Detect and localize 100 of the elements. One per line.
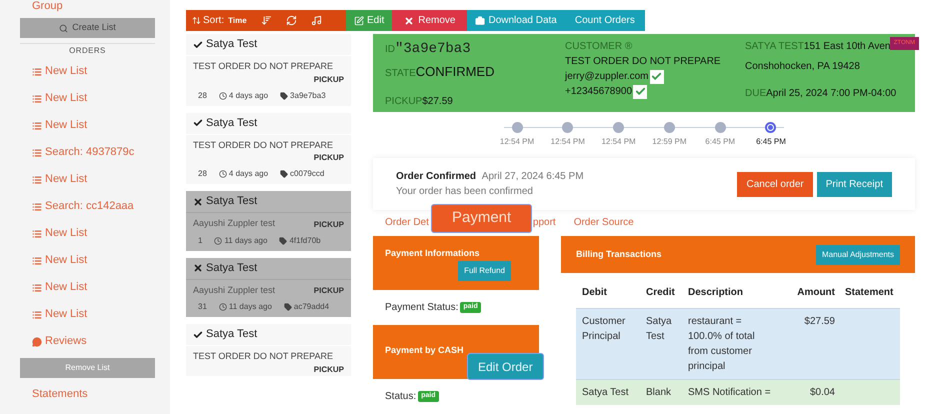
list-icon: [32, 256, 42, 266]
table-cell-text: SMS Notification =: [688, 386, 772, 400]
sidebar-item[interactable]: New List: [32, 306, 155, 323]
payment-cash-title: Payment by CASH: [385, 345, 464, 355]
full-refund-button[interactable]: Full Refund: [458, 260, 511, 280]
order-id: 3a9e7ba3: [280, 90, 326, 102]
timeline-time: 6:45 PM: [705, 136, 736, 148]
status-label: Status:: [385, 390, 416, 404]
print-receipt-button[interactable]: Print Receipt: [816, 172, 892, 196]
order-description: TEST ORDER DO NOT PREPARE: [193, 350, 334, 363]
table-cell-text: Blank: [646, 386, 672, 400]
customer-name: TEST ORDER DO NOT PREPARE: [565, 55, 722, 69]
table-cell-text: restaurant = 100.0% of total from customer principal: [688, 315, 756, 374]
sidebar-item[interactable]: Reviews: [32, 333, 155, 350]
order-customer-name: Satya Test: [186, 112, 351, 134]
sidebar-item[interactable]: New List: [32, 171, 155, 188]
sidebar-item[interactable]: Search: 4937879c: [32, 144, 155, 161]
cross-icon: [193, 196, 203, 206]
tag-icon: [284, 303, 292, 311]
refresh-icon[interactable]: [286, 15, 297, 26]
timeline-dot[interactable]: [765, 122, 776, 133]
order-description: Aayushi Zuppler test: [193, 284, 276, 297]
sidebar-item[interactable]: Search: cc142aaa: [32, 198, 155, 215]
customer-phone: +12345678900: [565, 85, 632, 99]
timeline-time: 12:54 PM: [550, 136, 585, 148]
order-card[interactable]: Satya Test Aayushi Zuppler test PICKUP 1 11 days ago 4f1fd70b: [186, 191, 351, 250]
statements-link[interactable]: Statements: [32, 386, 155, 402]
timeline-time: 12:59 PM: [652, 136, 687, 148]
edit-icon: [354, 16, 364, 26]
timeline-time: 6:45 PM: [756, 136, 786, 148]
order-type: PICKUP: [314, 364, 344, 376]
timeline-time: 12:54 PM: [601, 136, 636, 148]
sidebar-item[interactable]: New List: [32, 117, 155, 134]
edit-button[interactable]: Edit: [346, 10, 392, 31]
status-message: Your order has been confirmed: [396, 185, 534, 199]
order-id-field: ID"3a9e7ba3: [385, 39, 565, 60]
item-count: 1: [198, 234, 202, 246]
customer-label: CUSTOMER ®: [565, 40, 634, 54]
item-count: 28: [198, 168, 207, 180]
customer-email: jerry@zuppler.com: [565, 70, 649, 84]
create-list-button[interactable]: Create List: [20, 18, 155, 38]
sidebar-item[interactable]: New List: [32, 63, 155, 80]
order-description: TEST ORDER DO NOT PREPARE: [193, 138, 334, 152]
sidebar-item[interactable]: New List: [32, 279, 155, 296]
list-icon: [32, 148, 42, 158]
detail-tab[interactable]: Order Det: [385, 215, 429, 230]
close-icon: [404, 16, 414, 26]
payment-status-label: Payment Status:: [385, 301, 458, 315]
order-id: c0079ccd: [280, 168, 324, 180]
payment-info-title: Payment Informations: [385, 247, 481, 260]
check-icon: [193, 330, 203, 340]
column-header: Description: [688, 286, 744, 300]
column-header: Amount: [796, 286, 835, 300]
list-icon: [32, 202, 42, 212]
order-age: 4 days ago: [218, 168, 268, 180]
cancel-order-button[interactable]: Cancel order: [737, 172, 813, 196]
order-card[interactable]: Satya Test TEST ORDER DO NOT PREPARE PICKUP 28 4 days ago 3a9e7ba3: [186, 34, 351, 106]
detail-tab[interactable]: pport: [532, 215, 556, 230]
status-title: Order Confirmed April 27, 2024 6:45 PM: [396, 170, 584, 184]
column-header: Statement: [844, 286, 894, 300]
clock-icon: [218, 92, 227, 100]
pickup-total-field: PICKUP$27.59: [385, 94, 565, 108]
sidebar-item[interactable]: New List: [32, 252, 155, 269]
sort-order-icon[interactable]: [260, 15, 272, 26]
column-header: Debit: [582, 286, 608, 300]
sidebar-item[interactable]: New List: [32, 225, 155, 242]
music-note-icon[interactable]: [310, 15, 322, 26]
sidebar-item[interactable]: New List: [32, 90, 155, 107]
order-card[interactable]: Satya Test TEST ORDER DO NOT PREPARE PICKUP: [186, 324, 351, 376]
manual-adjustments-button[interactable]: Manual Adjustments: [816, 244, 900, 264]
sort-control[interactable]: Sort: Time: [192, 13, 247, 28]
item-count: 28: [198, 90, 207, 102]
order-age: 11 days ago: [218, 301, 272, 313]
list-icon: [32, 174, 42, 184]
remove-list-button[interactable]: Remove List: [20, 358, 155, 378]
table-cell-text: $0.04: [808, 386, 835, 400]
detail-tab[interactable]: Order Source: [574, 215, 634, 230]
order-id: 4f1fd70b: [279, 234, 321, 246]
list-icon: [32, 228, 42, 238]
order-customer-name: Satya Test: [186, 34, 351, 56]
order-customer-name: Satya Test: [186, 324, 351, 346]
item-count: 31: [198, 301, 207, 313]
order-card[interactable]: Satya Test Aayushi Zuppler test PICKUP 31 11 days ago ac79add4: [186, 258, 351, 317]
remove-button[interactable]: Remove: [392, 10, 468, 31]
list-icon: [32, 310, 42, 320]
check-icon: [193, 40, 203, 50]
clock-icon: [214, 236, 222, 244]
table-cell-text: $27.59: [803, 315, 835, 329]
group-label[interactable]: Group: [32, 0, 155, 12]
tag-icon: [280, 170, 288, 178]
tag-icon: [280, 92, 288, 100]
order-description: TEST ORDER DO NOT PREPARE: [193, 60, 334, 73]
restaurant-city: Conshohocken, PA 19428: [745, 60, 861, 74]
download-data-button[interactable]: Download Data: [467, 10, 565, 31]
order-state-field: STATECONFIRMED: [385, 62, 565, 82]
order-customer-name: Satya Test: [186, 258, 351, 280]
search-icon: [59, 24, 68, 32]
due-date-field: DUEApril 25, 2024 7:00 PM-04:00: [745, 86, 903, 101]
order-card[interactable]: Satya Test TEST ORDER DO NOT PREPARE PICKUP 28 4 days ago c0079ccd: [186, 112, 351, 184]
count-orders-button[interactable]: Count Orders: [564, 10, 645, 31]
